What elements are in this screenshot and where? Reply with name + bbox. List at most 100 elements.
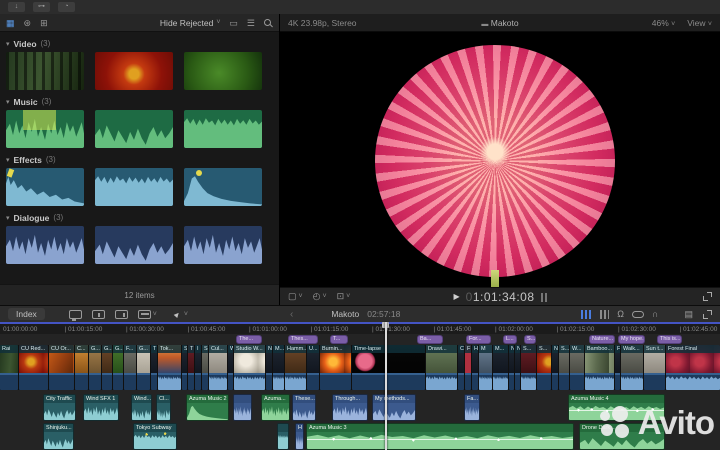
media-thumbnail[interactable] [95,168,173,206]
video-clip[interactable]: C [458,345,464,390]
video-clip[interactable]: G... [89,345,101,390]
video-clip[interactable]: I [195,345,201,390]
keyword-editor-icon[interactable]: ⊶ [33,2,50,12]
timeline-clip[interactable]: H [295,423,304,450]
video-clip[interactable]: U... [307,345,319,390]
media-thumbnail[interactable] [6,226,84,264]
video-clip[interactable]: Cul... [209,345,227,390]
timeline-clip[interactable]: Azuma Music 4 [568,394,665,421]
audio-meters-mini-icon[interactable] [541,292,547,302]
timeline-history-back-icon[interactable]: ‹ [290,309,293,320]
media-thumbnail[interactable] [95,226,173,264]
sidebar-toggle-icon[interactable]: ▦ [6,14,15,32]
video-clip[interactable]: Sun t... [644,345,665,390]
timeline-clip[interactable]: Drone Dark... [579,423,665,450]
media-thumbnail[interactable] [184,52,262,90]
timeline-project-name[interactable]: Makoto [331,309,359,319]
title-clip[interactable]: The... [236,335,262,344]
video-clip[interactable]: G... [102,345,112,390]
video-clip[interactable]: N [552,345,558,390]
disclosure-triangle-icon[interactable]: ▾ [6,214,10,222]
media-thumbnail[interactable] [95,110,173,148]
audio-skimming-icon[interactable] [600,310,609,319]
video-clip[interactable]: F [465,345,471,390]
timeline-clip[interactable]: These... [292,394,316,421]
view-dropdown[interactable]: View ˅ [687,18,712,28]
media-thumbnail[interactable] [6,168,84,206]
video-clip[interactable]: T [151,345,157,390]
connect-clip-icon[interactable] [69,310,82,319]
video-clip[interactable]: Studio W... [234,345,265,390]
timeline-clip[interactable]: Fa... [464,394,480,421]
timeline-clip[interactable]: Wind... [131,394,152,421]
section-header[interactable]: ▾Music(3) [6,95,279,108]
video-clip[interactable]: Tok... [158,345,181,390]
video-clip[interactable]: F [615,345,620,390]
background-tasks-icon[interactable]: ◔ [58,2,75,12]
media-thumbnail[interactable] [6,52,84,90]
title-clip[interactable]: S... [524,335,536,344]
media-thumbnail[interactable] [184,226,262,264]
video-clip[interactable]: M... [273,345,284,390]
timeline-expand-icon[interactable] [703,310,712,319]
video-clip[interactable]: S... [559,345,569,390]
video-clip[interactable]: CU Or... [49,345,74,390]
solo-icon[interactable] [632,311,644,318]
video-clip[interactable]: CU Red... [19,345,48,390]
video-clip[interactable]: T [188,345,194,390]
photos-audio-icon[interactable]: ⊛ [24,14,32,32]
timeline-clip[interactable]: Cl... [156,394,171,421]
video-clip[interactable]: M... [493,345,508,390]
video-clip[interactable]: S... [537,345,551,390]
video-clip[interactable]: Forest Final [666,345,720,390]
disclosure-triangle-icon[interactable]: ▾ [6,98,10,106]
append-clip-icon[interactable] [115,310,128,319]
video-clip[interactable]: G... [137,345,150,390]
audio-meters-icon[interactable] [581,310,592,319]
title-clip[interactable]: Thes... [288,335,318,344]
video-clip[interactable]: Drawi... [426,345,457,390]
media-thumbnail[interactable] [95,52,173,90]
headphones-icon[interactable]: Ω [617,309,624,319]
video-clip[interactable]: N [509,345,514,390]
tool-selector-dropdown[interactable]: ► ˅ [173,310,188,319]
section-header[interactable]: ▾Dialogue(3) [6,211,279,224]
crop-tool-dropdown[interactable]: ▢ ˅ [288,291,303,302]
video-clip[interactable]: N [266,345,272,390]
video-clip[interactable]: S [202,345,208,390]
timeline-clip[interactable]: Tokyo Subway [133,423,177,450]
video-clip[interactable]: S... [521,345,536,390]
transform-dropdown[interactable]: ⊡ ˅ [337,291,351,302]
video-clip[interactable]: Walk... [621,345,643,390]
media-thumbnail[interactable] [6,110,84,148]
retime-dropdown[interactable]: ◴ ˅ [313,291,327,302]
clip-appearance-icon[interactable]: ▤ [684,309,693,320]
video-clip[interactable]: N [515,345,520,390]
timeline-ruler[interactable]: 01:00:00:00| 01:00:15:00| 01:00:30:00| 0… [0,322,720,334]
title-clip[interactable]: This is... [657,335,682,344]
video-clip[interactable]: Hamm... [285,345,306,390]
import-media-icon[interactable]: ↓ [8,2,25,12]
search-icon[interactable] [264,19,271,26]
play-button[interactable]: ▶ [453,292,459,301]
insert-clip-icon[interactable] [92,310,105,319]
playhead[interactable] [385,322,387,450]
section-header[interactable]: ▾Effects(3) [6,153,279,166]
video-clip[interactable]: Burnin... [320,345,351,390]
effects-browser-icon[interactable]: ⊞ [40,14,48,32]
video-clip[interactable]: H [472,345,478,390]
timeline-clip[interactable]: My methods... [372,394,416,421]
overwrite-dropdown[interactable]: ˅ [138,310,157,319]
index-button[interactable]: Index [8,308,45,320]
title-clip[interactable]: L... [503,335,517,344]
timeline-clip[interactable]: City Traffic [43,394,76,421]
filmstrip-view-icon[interactable]: ▭ [229,14,238,32]
video-clip[interactable]: S [182,345,187,390]
video-clip[interactable]: Rai [0,345,18,390]
snapping-icon[interactable]: ∩ [652,309,658,319]
video-clip[interactable]: C... [75,345,88,390]
title-clip[interactable]: Ba... [417,335,443,344]
disclosure-triangle-icon[interactable]: ▾ [6,156,10,164]
timeline-clip[interactable]: Shinjuku... [43,423,74,450]
title-clip[interactable]: My hope... [618,335,645,344]
